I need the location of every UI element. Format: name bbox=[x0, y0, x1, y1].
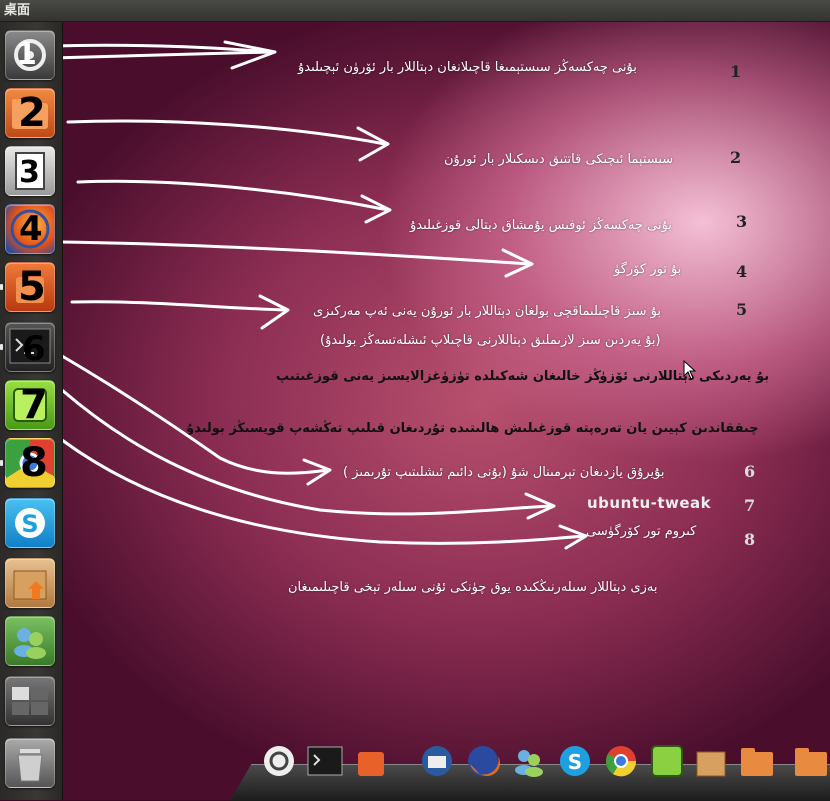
unity-launcher: 1 2 3 4 5 6 7 8 S bbox=[0, 22, 63, 800]
launcher-item-trash[interactable] bbox=[5, 738, 55, 788]
top-panel: 桌面 bbox=[0, 0, 830, 22]
annotation-2-number: 2 bbox=[730, 148, 742, 167]
launcher-number: 3 bbox=[19, 155, 40, 190]
annotation-3-number: 3 bbox=[736, 212, 748, 231]
launcher-item-workspace-switcher[interactable] bbox=[5, 676, 55, 726]
launcher-number: 5 bbox=[18, 264, 46, 310]
home-folder-icon bbox=[741, 748, 773, 776]
dock-item-home-folder[interactable] bbox=[738, 742, 776, 780]
dock-item-home-folder-2[interactable] bbox=[792, 742, 830, 780]
terminal-icon bbox=[307, 746, 343, 776]
launcher-item-text-editor[interactable]: 3 bbox=[5, 146, 55, 196]
package-icon bbox=[696, 751, 726, 777]
dock-item-thunderbird[interactable] bbox=[418, 742, 456, 780]
dock-bar: S bbox=[230, 740, 830, 801]
firefox-icon bbox=[468, 746, 501, 777]
running-indicator bbox=[0, 460, 3, 466]
dock-item-skype[interactable]: S bbox=[556, 742, 594, 780]
launcher-item-skype[interactable]: S bbox=[5, 498, 55, 548]
trash-icon bbox=[17, 749, 43, 782]
launcher-item-files[interactable]: 2 bbox=[5, 88, 55, 138]
running-indicator bbox=[0, 344, 3, 350]
package-icon bbox=[13, 570, 47, 600]
ubuntu-logo-icon bbox=[264, 746, 294, 776]
svg-text:S: S bbox=[21, 510, 38, 538]
launcher-number: 1 bbox=[16, 37, 37, 72]
dock-item-software[interactable] bbox=[352, 742, 390, 780]
annotation-2-text: سىستېما ئىچىكى قاتتىق دىسكىلار بار ئورۇن bbox=[444, 152, 674, 167]
dock-item-package[interactable] bbox=[692, 742, 730, 780]
annotation-4-number: 4 bbox=[736, 262, 748, 281]
launcher-item-empathy[interactable] bbox=[5, 616, 55, 666]
annotation-1-number: 1 bbox=[730, 62, 742, 81]
mouse-cursor-icon bbox=[683, 360, 697, 380]
launcher-number: 7 bbox=[20, 382, 48, 428]
annotation-8-text: كىروم تور كۆرگۈسى bbox=[586, 524, 697, 539]
skype-icon: S bbox=[15, 508, 45, 538]
launcher-item-terminal[interactable]: 6 bbox=[5, 322, 55, 372]
workspace-icon bbox=[12, 687, 48, 715]
dock-item-tweak[interactable] bbox=[648, 742, 686, 780]
desktop-background[interactable] bbox=[62, 22, 830, 800]
annotation-5-note: (بۇ يەردىن سىز لازىملىق دېتاللارنى قاچىل… bbox=[320, 333, 661, 348]
launcher-item-package-installer[interactable] bbox=[5, 558, 55, 608]
software-center-icon bbox=[358, 752, 384, 776]
dock-item-chrome[interactable] bbox=[602, 742, 640, 780]
home-folder-icon bbox=[795, 748, 827, 776]
chat-icon bbox=[14, 628, 46, 659]
launcher-number: 6 bbox=[22, 329, 46, 369]
launcher-item-ubuntu-tweak-2[interactable]: 7 bbox=[5, 380, 55, 430]
thunderbird-icon bbox=[422, 746, 452, 776]
annotation-6-text: بۇيرۇق يازدىغان تېرمىنال شۇ (بۇنى دائىم … bbox=[343, 465, 665, 480]
launcher-number: 2 bbox=[18, 90, 46, 136]
window-title: 桌面 bbox=[4, 3, 31, 18]
chrome-icon bbox=[606, 746, 637, 777]
dock-item-terminal[interactable] bbox=[306, 742, 344, 780]
launcher-item-chrome[interactable]: 8 bbox=[5, 438, 55, 488]
annotation-7-number: 7 bbox=[744, 496, 756, 515]
annotation-3-text: بۇنى چەكسەڭز ئوفىس يۇمشاق دېتالى قوزغىلى… bbox=[410, 218, 672, 233]
launcher-item-software-center[interactable]: 5 bbox=[5, 262, 55, 312]
launcher-number: 8 bbox=[20, 440, 48, 486]
annotation-launcher-note-2: چىققاندىن كېيىن يان تەرەپتە قوزغىلىش ھال… bbox=[186, 421, 759, 436]
dock-item-empathy[interactable] bbox=[510, 742, 548, 780]
launcher-number: 4 bbox=[19, 209, 43, 249]
annotation-5-text: بۇ سىز قاچىلىماقچى بولغان دېتاللار بار ئ… bbox=[313, 304, 661, 319]
skype-icon: S bbox=[560, 746, 590, 776]
chat-icon bbox=[515, 750, 543, 777]
annotation-7-text: ubuntu-tweak bbox=[587, 494, 712, 512]
annotation-6-number: 6 bbox=[744, 462, 756, 481]
running-indicator bbox=[0, 284, 3, 290]
annotation-footer-note: بەزى دېتاللار سىلەرنىڭكىدە يوق چۈنكى ئۇن… bbox=[288, 580, 658, 595]
dock-item-ubuntu[interactable] bbox=[260, 742, 298, 780]
annotation-4-text: بۇ تور كۆرگۈ bbox=[614, 262, 682, 277]
tweak-green-icon bbox=[651, 745, 683, 777]
launcher-item-firefox[interactable]: 4 bbox=[5, 204, 55, 254]
annotation-1-text: بۇنى چەكسەڭز سىستېمىغا قاچىلانغان دېتالل… bbox=[298, 60, 637, 75]
svg-text:S: S bbox=[568, 750, 582, 774]
annotation-5-number: 5 bbox=[736, 300, 748, 319]
launcher-item-ubuntu-tweak[interactable]: 1 bbox=[5, 30, 55, 80]
annotation-8-number: 8 bbox=[744, 530, 756, 549]
dock-item-firefox[interactable] bbox=[464, 742, 502, 780]
